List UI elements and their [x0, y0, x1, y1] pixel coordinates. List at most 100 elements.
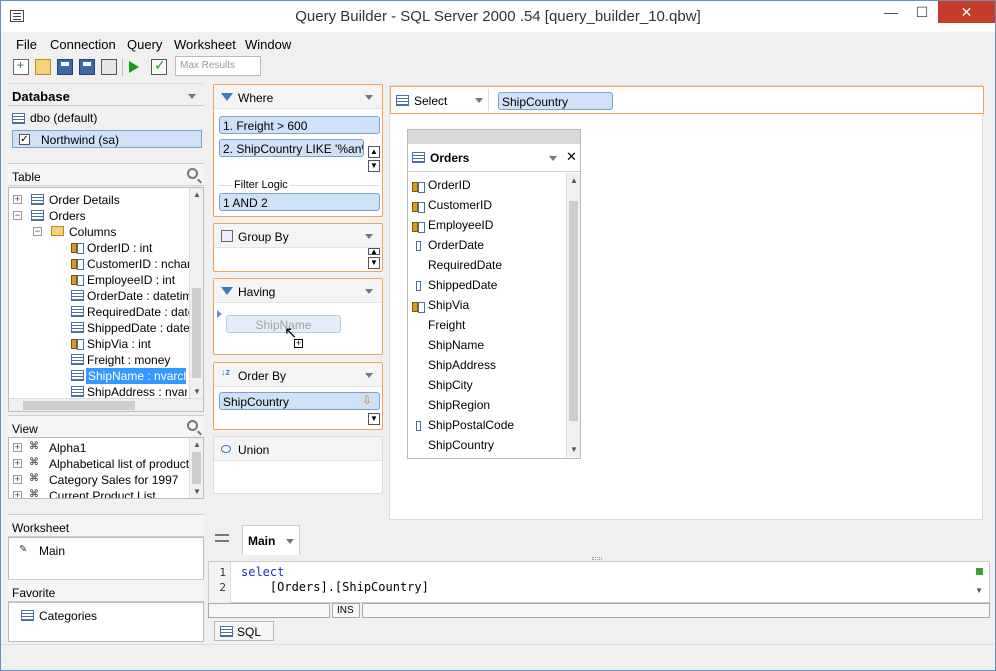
chevron-down-icon[interactable]: [286, 539, 294, 544]
column-item[interactable]: ShipVia: [412, 298, 469, 316]
column-item[interactable]: ShipCountry: [412, 438, 494, 456]
move-down-icon[interactable]: ▼: [368, 160, 380, 172]
column-item[interactable]: ShipPostalCode: [412, 418, 514, 436]
menu-connection[interactable]: Connection: [50, 37, 116, 52]
column-item[interactable]: RequiredDate: [412, 258, 502, 276]
checkbox-icon[interactable]: ✓: [19, 134, 30, 145]
move-up-icon[interactable]: ▲: [368, 146, 380, 158]
having-icon: [221, 287, 233, 295]
move-down-icon[interactable]: ▼: [368, 413, 380, 425]
select-column[interactable]: ShipCountry: [498, 92, 613, 110]
sort-ascending-icon[interactable]: ⇩: [362, 393, 372, 407]
view-icon: ⌘: [29, 441, 39, 452]
filter-logic-input[interactable]: 1 AND 2: [219, 193, 380, 211]
scroll-thumb[interactable]: [192, 452, 201, 484]
run-icon[interactable]: [129, 61, 139, 73]
column-item[interactable]: ShipCity: [412, 378, 473, 396]
table-hscroll[interactable]: [9, 398, 203, 411]
close-icon[interactable]: ✕: [566, 149, 577, 165]
chevron-down-icon[interactable]: [365, 95, 373, 100]
groupby-header: Group By: [214, 224, 382, 248]
title-bar: Query Builder - SQL Server 2000 .54 [que…: [1, 1, 995, 32]
scroll-up-icon[interactable]: ▲: [193, 440, 201, 449]
view-icon: ⌘: [29, 489, 39, 499]
view-vscroll[interactable]: ▲ ▼: [189, 438, 203, 498]
scroll-thumb[interactable]: [192, 288, 201, 378]
orderby-item[interactable]: ShipCountry: [219, 392, 380, 410]
column-item[interactable]: ShipRegion: [412, 398, 490, 416]
where-condition[interactable]: 1. Freight > 600: [219, 116, 380, 134]
scroll-thumb[interactable]: [569, 201, 578, 421]
line-numbers: 1 2: [209, 562, 231, 603]
chevron-down-icon[interactable]: [188, 94, 196, 99]
union-icon: [221, 445, 231, 453]
column-item[interactable]: ShipName: [412, 338, 484, 356]
scroll-down-icon[interactable]: ▼: [193, 487, 201, 496]
menu-icon[interactable]: [215, 534, 229, 542]
chevron-down-icon[interactable]: [475, 98, 483, 103]
key-icon: [71, 258, 84, 270]
hscroll-thumb[interactable]: [23, 401, 135, 410]
where-condition[interactable]: 2. ShipCountry LIKE '%an%': [219, 139, 364, 157]
menu-worksheet[interactable]: Worksheet: [174, 37, 236, 52]
save-all-icon[interactable]: [79, 59, 95, 75]
column-item[interactable]: ShipAddress: [412, 358, 496, 376]
search-icon[interactable]: [187, 420, 198, 431]
having-label: Having: [238, 285, 276, 299]
worksheet-icon: ✎: [19, 544, 28, 555]
menu-window[interactable]: Window: [245, 37, 291, 52]
table-vscroll[interactable]: ▲ ▼: [189, 188, 203, 398]
print-icon[interactable]: [101, 59, 117, 75]
scroll-down-icon[interactable]: ▼: [570, 445, 578, 454]
key-icon: [412, 181, 425, 193]
chevron-down-icon[interactable]: [365, 373, 373, 378]
orders-vscroll[interactable]: ▲ ▼: [566, 173, 580, 457]
move-up-icon[interactable]: ▲: [368, 248, 380, 256]
having-panel: Having ShipName ↖ +: [213, 278, 383, 355]
chevron-down-icon[interactable]: [365, 289, 373, 294]
connection-item[interactable]: ✓ Northwind (sa): [12, 130, 202, 148]
maximize-button[interactable]: ☐: [907, 1, 937, 23]
scroll-up-icon[interactable]: ▲: [193, 190, 201, 199]
chevron-down-icon[interactable]: [549, 156, 557, 161]
orderby-panel: ↓z Order By ShipCountry ⇩ ▼: [213, 362, 383, 430]
new-icon[interactable]: [13, 58, 29, 75]
sql-editor[interactable]: 1 2 select [Orders].[ShipCountry] ▼: [208, 561, 990, 603]
table-section-header: Table: [8, 163, 204, 186]
check-icon[interactable]: [151, 57, 167, 75]
editor-status: INS: [208, 603, 990, 618]
sql-code[interactable]: select [Orders].[ShipCountry]: [241, 565, 429, 595]
scroll-up-icon[interactable]: ▲: [570, 176, 578, 185]
save-icon[interactable]: [57, 59, 73, 75]
column-item[interactable]: Freight: [412, 318, 465, 336]
orders-drag-handle[interactable]: [408, 130, 580, 144]
menu-file[interactable]: File: [16, 37, 37, 52]
splitter-grip[interactable]: [592, 557, 602, 560]
favorite-section-header: Favorite: [8, 579, 204, 602]
minimize-button[interactable]: —: [876, 1, 906, 23]
tab-main[interactable]: Main: [242, 525, 300, 555]
search-icon[interactable]: [187, 168, 198, 179]
schema-item[interactable]: dbo (default): [8, 108, 204, 128]
where-label: Where: [238, 91, 274, 105]
scroll-down-icon[interactable]: ▼: [975, 586, 983, 595]
app-window: Query Builder - SQL Server 2000 .54 [que…: [0, 0, 996, 671]
filter-icon: [221, 93, 233, 101]
table-icon: [31, 194, 44, 205]
folder-icon: [51, 226, 64, 236]
column-item[interactable]: OrderID: [412, 178, 471, 196]
open-icon[interactable]: [35, 59, 51, 75]
column-item[interactable]: CustomerID: [412, 198, 492, 216]
key-icon: [412, 301, 425, 313]
column-item[interactable]: ShippedDate: [412, 278, 497, 296]
tab-sql[interactable]: SQL: [214, 621, 274, 641]
move-down-icon[interactable]: ▼: [368, 257, 380, 269]
menu-query[interactable]: Query: [127, 37, 162, 52]
column-item[interactable]: OrderDate: [412, 238, 484, 256]
orders-header: Orders ✕: [408, 144, 580, 172]
max-results-input[interactable]: Max Results: [175, 56, 261, 76]
chevron-down-icon[interactable]: [365, 234, 373, 239]
close-button[interactable]: ✕: [938, 1, 995, 23]
scroll-down-icon[interactable]: ▼: [193, 387, 201, 396]
column-item[interactable]: EmployeeID: [412, 218, 493, 236]
